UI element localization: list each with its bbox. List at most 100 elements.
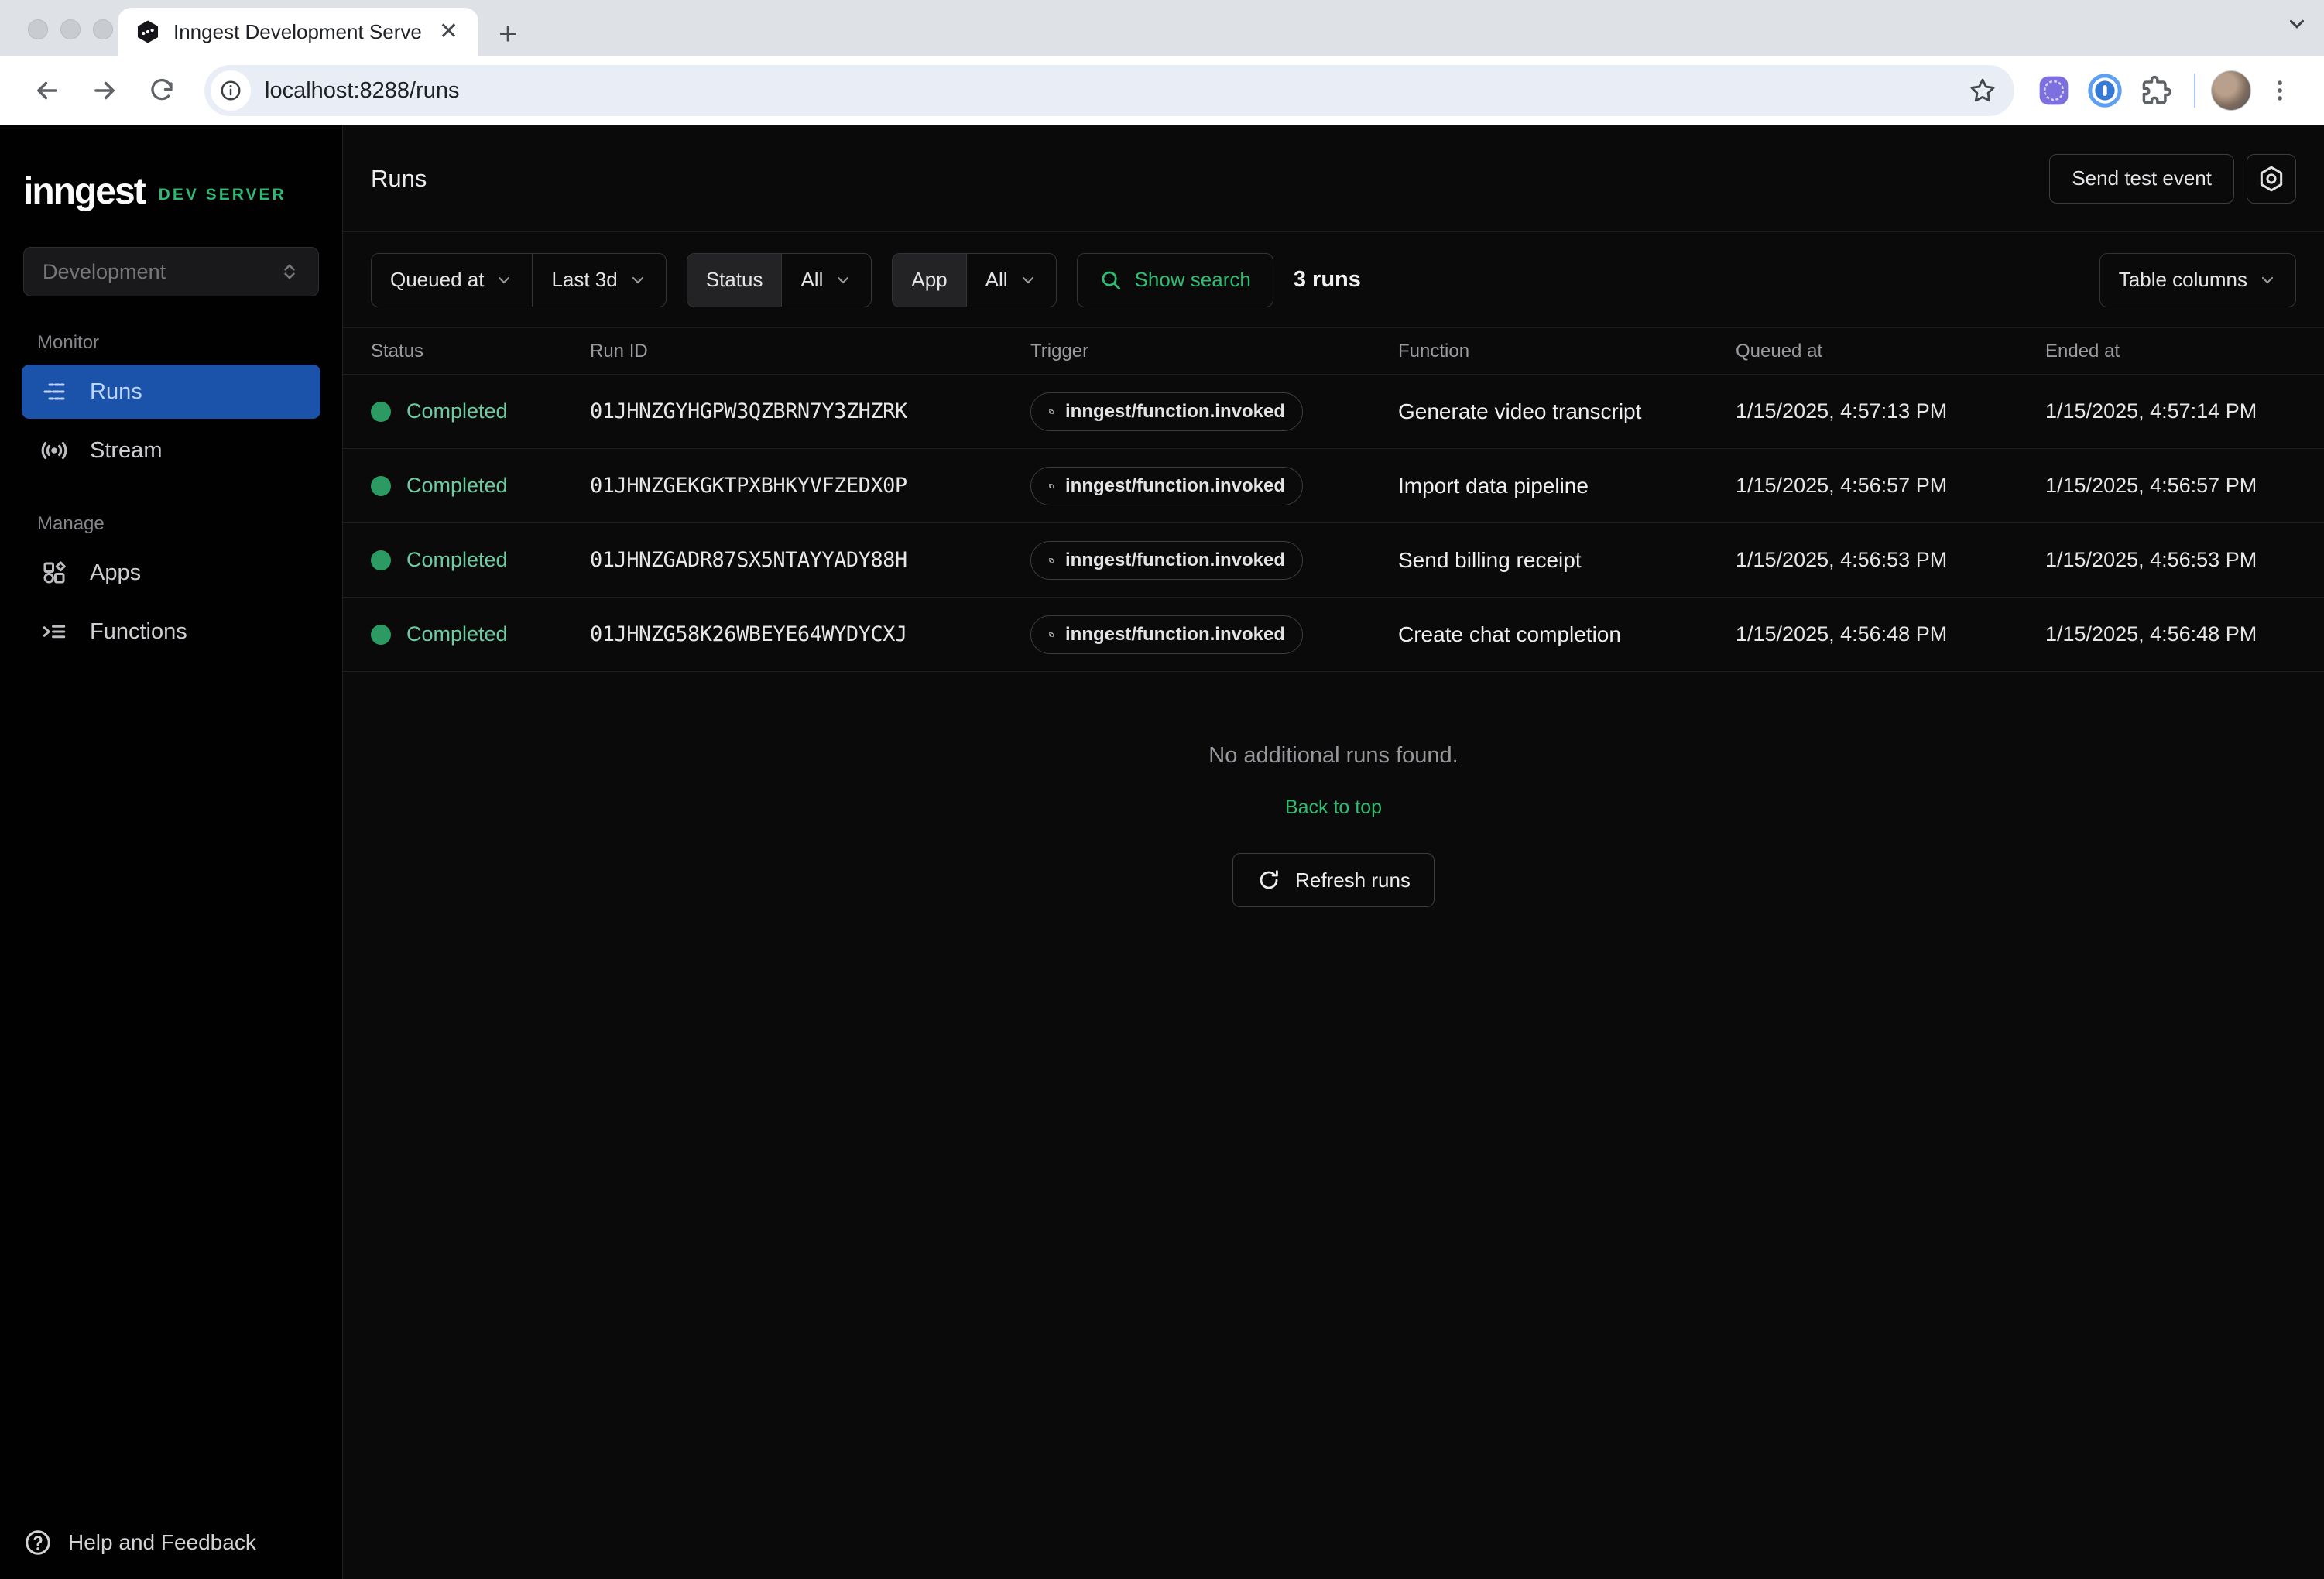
column-header-status: Status (371, 341, 590, 362)
sidebar-item-runs[interactable]: Runs (22, 365, 320, 419)
password-manager-icon[interactable] (2082, 68, 2127, 113)
time-range-dropdown[interactable]: Last 3d (532, 254, 665, 307)
toolbar-divider (2194, 74, 2195, 108)
run-id: 01JHNZGADR87SX5NTAYYADY88H (590, 548, 1030, 572)
extension-purple-icon[interactable] (2031, 68, 2076, 113)
chevron-down-icon (2258, 271, 2277, 289)
help-and-feedback[interactable]: Help and Feedback (23, 1528, 256, 1557)
sidebar-section-monitor: Monitor (0, 332, 342, 354)
app-filter-label: App (893, 254, 965, 307)
column-header-ended-at: Ended at (2045, 341, 2296, 362)
trigger-name: inngest/function.invoked (1065, 624, 1285, 646)
stream-icon (37, 436, 71, 465)
run-status: Completed (406, 474, 508, 498)
tab-close-icon[interactable]: ✕ (436, 20, 461, 43)
run-id: 01JHNZGYHGPW3QZBRN7Y3ZHZRK (590, 399, 1030, 423)
profile-avatar[interactable] (2211, 70, 2251, 111)
sidebar: inngest DEV SERVER Development Monitor R… (0, 125, 343, 1579)
window-minimize-button[interactable] (60, 19, 81, 39)
ended-at-timestamp: 1/15/2025, 4:56:53 PM (2045, 548, 2296, 572)
time-field-dropdown[interactable]: Queued at (372, 254, 532, 307)
status-filter: Status All (687, 253, 872, 307)
browser-menu-kebab-icon[interactable] (2257, 68, 2302, 113)
new-tab-button[interactable]: + (499, 17, 518, 50)
ended-at-timestamp: 1/15/2025, 4:56:57 PM (2045, 474, 2296, 498)
empty-message: No additional runs found. (1208, 743, 1458, 769)
status-dot (371, 550, 391, 570)
function-name: Send billing receipt (1398, 548, 1736, 573)
table-columns-label: Table columns (2119, 268, 2247, 292)
function-name: Generate video transcript (1398, 399, 1736, 424)
forward-icon[interactable] (79, 65, 130, 116)
time-filter: Queued at Last 3d (371, 253, 667, 307)
app-filter-value: All (985, 268, 1008, 292)
sidebar-item-stream[interactable]: Stream (22, 423, 320, 478)
table-columns-dropdown[interactable]: Table columns (2100, 254, 2295, 307)
browser-toolbar: localhost:8288/runs (0, 56, 2324, 125)
environment-selector[interactable]: Development (23, 247, 319, 296)
ended-at-timestamp: 1/15/2025, 4:56:48 PM (2045, 622, 2296, 646)
back-to-top-link[interactable]: Back to top (1285, 796, 1382, 819)
tab-strip: Inngest Development Server ✕ + (0, 0, 2324, 56)
help-label: Help and Feedback (68, 1530, 256, 1555)
settings-gear-button[interactable] (2247, 154, 2296, 204)
table-columns-control: Table columns (2099, 253, 2296, 307)
table-row[interactable]: Completed 01JHNZGEKGKTPXBHKYVFZEDX0P inn… (343, 449, 2324, 523)
window-controls (28, 19, 113, 39)
run-status: Completed (406, 548, 508, 572)
queued-at-timestamp: 1/15/2025, 4:56:57 PM (1736, 474, 2045, 498)
sidebar-item-label: Stream (90, 438, 162, 464)
show-search-label: Show search (1135, 268, 1251, 292)
url-bar[interactable]: localhost:8288/runs (204, 65, 2014, 116)
table-footer: No additional runs found. Back to top Re… (343, 743, 2324, 907)
ended-at-timestamp: 1/15/2025, 4:57:14 PM (2045, 399, 2296, 423)
main-content: Runs Send test event Queued at (343, 125, 2324, 1579)
time-range-label: Last 3d (551, 268, 617, 292)
sidebar-item-apps[interactable]: Apps (22, 546, 320, 600)
browser-tab[interactable]: Inngest Development Server ✕ (118, 8, 478, 56)
inngest-logo: inngest (23, 170, 145, 213)
sidebar-item-label: Functions (90, 619, 187, 645)
chevron-down-icon (1019, 271, 1037, 289)
table-row[interactable]: Completed 01JHNZGYHGPW3QZBRN7Y3ZHZRK inn… (343, 375, 2324, 449)
status-dot (371, 402, 391, 422)
table-row[interactable]: Completed 01JHNZG58K26WBEYE64WYDYCXJ inn… (343, 598, 2324, 672)
chevron-down-icon (834, 271, 852, 289)
trigger-name: inngest/function.invoked (1065, 550, 1285, 571)
trigger-badge[interactable]: inngest/function.invoked (1030, 467, 1303, 505)
runs-icon (37, 378, 71, 406)
sidebar-item-functions[interactable]: Functions (22, 605, 320, 659)
reload-icon[interactable] (136, 65, 187, 116)
table-row[interactable]: Completed 01JHNZGADR87SX5NTAYYADY88H inn… (343, 523, 2324, 598)
extensions-puzzle-icon[interactable] (2134, 68, 2178, 113)
table-header-row: Status Run ID Trigger Function Queued at… (343, 328, 2324, 375)
function-name: Import data pipeline (1398, 474, 1736, 498)
trigger-name: inngest/function.invoked (1065, 401, 1285, 423)
runs-count: 3 runs (1294, 267, 1361, 293)
tab-title: Inngest Development Server (173, 20, 423, 44)
logo: inngest DEV SERVER (0, 125, 342, 213)
trigger-badge[interactable]: inngest/function.invoked (1030, 392, 1303, 431)
environment-selector-value: Development (43, 260, 166, 284)
show-search-button[interactable]: Show search (1077, 253, 1273, 307)
tab-search-chevron-icon[interactable] (2285, 12, 2309, 36)
refresh-runs-button[interactable]: Refresh runs (1232, 853, 1435, 907)
bookmark-star-icon[interactable] (1960, 68, 2005, 113)
sidebar-section-manage: Manage (0, 513, 342, 535)
search-icon (1099, 269, 1123, 292)
site-info-icon[interactable] (211, 70, 251, 111)
filter-bar: Queued at Last 3d Status All (343, 232, 2324, 328)
status-filter-dropdown[interactable]: All (781, 254, 871, 307)
page-header: Runs Send test event (343, 125, 2324, 232)
send-test-event-button[interactable]: Send test event (2049, 154, 2234, 204)
window-zoom-button[interactable] (93, 19, 113, 39)
page-title: Runs (371, 165, 427, 193)
back-icon[interactable] (22, 65, 73, 116)
trigger-badge[interactable]: inngest/function.invoked (1030, 615, 1303, 654)
app-filter: App All (892, 253, 1056, 307)
apps-icon (37, 559, 71, 587)
window-close-button[interactable] (28, 19, 48, 39)
trigger-badge[interactable]: inngest/function.invoked (1030, 541, 1303, 580)
app-filter-dropdown[interactable]: All (966, 254, 1056, 307)
refresh-runs-label: Refresh runs (1295, 868, 1411, 892)
